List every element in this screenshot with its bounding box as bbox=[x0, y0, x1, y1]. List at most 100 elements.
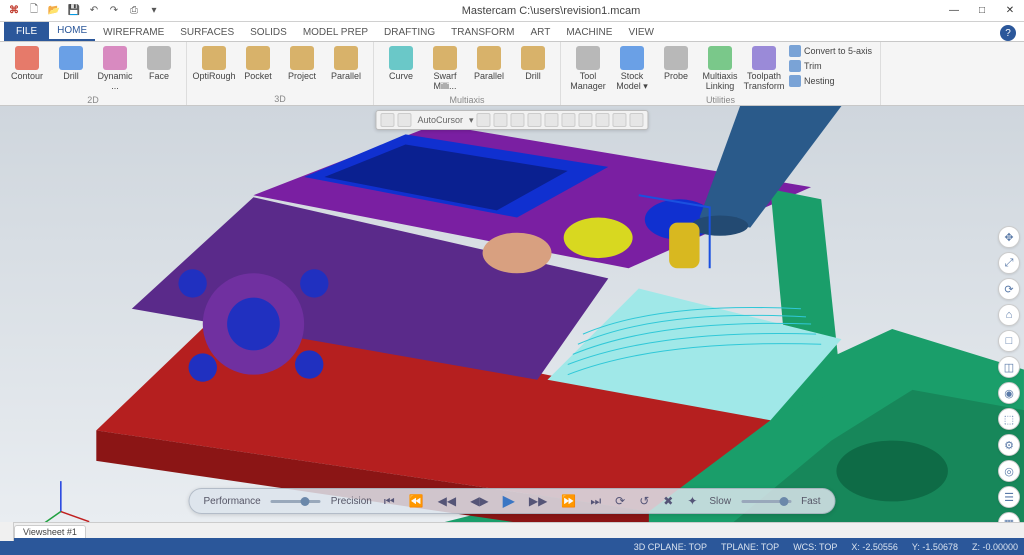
ac-dropdown[interactable]: ▾ bbox=[469, 115, 474, 126]
swarf-button[interactable]: Swarf Milli... bbox=[424, 44, 466, 94]
multiaxis-link-button[interactable]: Multiaxis Linking bbox=[699, 44, 741, 94]
qat-open[interactable]: 📂 bbox=[46, 3, 62, 19]
qat-redo[interactable]: ↷ bbox=[106, 3, 122, 19]
util-convert-to-5-axis[interactable]: Convert to 5-axis bbox=[787, 44, 874, 58]
ac-lock-icon[interactable] bbox=[380, 113, 394, 127]
qat-print[interactable]: ⎙ bbox=[126, 3, 142, 19]
ac-btn-7[interactable] bbox=[579, 113, 593, 127]
performance-slider[interactable] bbox=[271, 500, 321, 503]
tab-solids[interactable]: SOLIDS bbox=[242, 24, 295, 41]
tab-home[interactable]: HOME bbox=[49, 22, 95, 41]
group-label: Utilities bbox=[567, 94, 874, 105]
qat-dropdown[interactable]: ▾ bbox=[146, 3, 162, 19]
rtool-8[interactable]: ⚙ bbox=[998, 434, 1020, 456]
rtool-2[interactable]: ⟳ bbox=[998, 278, 1020, 300]
rtool-1[interactable]: ⤢ bbox=[998, 252, 1020, 274]
ac-btn-8[interactable] bbox=[596, 113, 610, 127]
quick-access-toolbar: ⌘ 🗋 📂 💾 ↶ ↷ ⎙ ▾ bbox=[0, 3, 162, 19]
swarf-label: Swarf Milli... bbox=[426, 72, 464, 92]
play-first[interactable]: ⏮ bbox=[382, 494, 397, 509]
optirough-button[interactable]: OptiRough bbox=[193, 44, 235, 84]
autocursor-toolbar[interactable]: AutoCursor ▾ bbox=[375, 110, 648, 130]
rtool-5[interactable]: ◫ bbox=[998, 356, 1020, 378]
model-render bbox=[0, 106, 1024, 522]
status-z: Z: -0.00000 bbox=[972, 542, 1018, 552]
group-label: 3D bbox=[193, 93, 367, 104]
rtool-4[interactable]: □ bbox=[998, 330, 1020, 352]
tab-wireframe[interactable]: WIREFRAME bbox=[95, 24, 172, 41]
contour-icon bbox=[15, 46, 39, 70]
rtool-3[interactable]: ⌂ bbox=[998, 304, 1020, 326]
tab-machine[interactable]: MACHINE bbox=[558, 24, 620, 41]
status-wcs[interactable]: WCS: TOP bbox=[793, 542, 837, 552]
rtool-7[interactable]: ⬚ bbox=[998, 408, 1020, 430]
play-forward[interactable]: ⏩ bbox=[559, 494, 578, 508]
tab-art[interactable]: ART bbox=[522, 24, 558, 41]
contour-button[interactable]: Contour bbox=[6, 44, 48, 84]
pocket-label: Pocket bbox=[244, 72, 272, 82]
drill-button[interactable]: Drill bbox=[50, 44, 92, 84]
status-tplane[interactable]: TPLANE: TOP bbox=[721, 542, 779, 552]
help-button[interactable]: ? bbox=[1000, 25, 1016, 41]
play-extra[interactable]: ✦ bbox=[685, 494, 699, 508]
curve-button[interactable]: Curve bbox=[380, 44, 422, 84]
ac-btn-5[interactable] bbox=[545, 113, 559, 127]
app-icon[interactable]: ⌘ bbox=[6, 3, 22, 19]
qat-undo[interactable]: ↶ bbox=[86, 3, 102, 19]
pocket-button[interactable]: Pocket bbox=[237, 44, 279, 84]
util-nesting[interactable]: Nesting bbox=[787, 74, 874, 88]
window-title: Mastercam C:\users\revision1.mcam bbox=[162, 5, 940, 17]
tool-manager-button[interactable]: Tool Manager bbox=[567, 44, 609, 94]
stock-model-button[interactable]: Stock Model ▾ bbox=[611, 44, 653, 94]
ac-btn-2[interactable] bbox=[494, 113, 508, 127]
viewsheet-tab[interactable]: Viewsheet #1 bbox=[14, 525, 86, 538]
probe-button[interactable]: Probe bbox=[655, 44, 697, 84]
ac-btn-9[interactable] bbox=[613, 113, 627, 127]
play-loop[interactable]: ⟳ bbox=[613, 494, 627, 508]
drill-m-button[interactable]: Drill bbox=[512, 44, 554, 84]
stock-model-label: Stock Model ▾ bbox=[613, 72, 651, 92]
rtool-9[interactable]: ◎ bbox=[998, 460, 1020, 482]
close-button[interactable]: ✕ bbox=[996, 0, 1024, 22]
speed-slider[interactable] bbox=[741, 500, 791, 503]
ac-btn-3[interactable] bbox=[511, 113, 525, 127]
viewport-3d[interactable]: AutoCursor ▾ ✥⤢⟳⌂□◫◉⬚⚙◎☰▦? Performance P… bbox=[0, 106, 1024, 522]
tab-surfaces[interactable]: SURFACES bbox=[172, 24, 242, 41]
rtool-11[interactable]: ▦ bbox=[998, 512, 1020, 522]
minimize-button[interactable]: — bbox=[940, 0, 968, 22]
parallel-button[interactable]: Parallel bbox=[325, 44, 367, 84]
qat-save[interactable]: 💾 bbox=[66, 3, 82, 19]
play-rewind[interactable]: ⏪ bbox=[407, 494, 426, 508]
rtool-0[interactable]: ✥ bbox=[998, 226, 1020, 248]
dynamic-button[interactable]: Dynamic ... bbox=[94, 44, 136, 94]
play-stepfwd[interactable]: ▶▶ bbox=[527, 494, 549, 508]
rtool-6[interactable]: ◉ bbox=[998, 382, 1020, 404]
rtool-10[interactable]: ☰ bbox=[998, 486, 1020, 508]
status-cplane[interactable]: 3D CPLANE: TOP bbox=[634, 542, 707, 552]
play-toggle[interactable]: ◀▶ bbox=[468, 494, 490, 508]
face-button[interactable]: Face bbox=[138, 44, 180, 84]
title-bar: ⌘ 🗋 📂 💾 ↶ ↷ ⎙ ▾ Mastercam C:\users\revis… bbox=[0, 0, 1024, 22]
tab-file[interactable]: FILE bbox=[4, 22, 49, 41]
ac-btn-6[interactable] bbox=[562, 113, 576, 127]
ac-btn-10[interactable] bbox=[630, 113, 644, 127]
tab-model-prep[interactable]: MODEL PREP bbox=[295, 24, 376, 41]
playback-bar[interactable]: Performance Precision ⏮ ⏪ ◀◀ ◀▶ ▶ ▶▶ ⏩ ⏭… bbox=[188, 488, 835, 514]
play-reset[interactable]: ↺ bbox=[637, 494, 651, 508]
maximize-button[interactable]: □ bbox=[968, 0, 996, 22]
toolpath-transform-button[interactable]: Toolpath Transform bbox=[743, 44, 785, 94]
parallel-m-button[interactable]: Parallel bbox=[468, 44, 510, 84]
tab-transform[interactable]: TRANSFORM bbox=[443, 24, 522, 41]
qat-new[interactable]: 🗋 bbox=[26, 3, 42, 19]
play-stop[interactable]: ✖ bbox=[661, 494, 675, 508]
play-last[interactable]: ⏭ bbox=[588, 494, 603, 509]
ac-btn-4[interactable] bbox=[528, 113, 542, 127]
ac-btn-1[interactable] bbox=[477, 113, 491, 127]
play-button[interactable]: ▶ bbox=[501, 491, 517, 511]
project-button[interactable]: Project bbox=[281, 44, 323, 84]
tab-drafting[interactable]: DRAFTING bbox=[376, 24, 443, 41]
tab-view[interactable]: VIEW bbox=[620, 24, 662, 41]
play-stepback[interactable]: ◀◀ bbox=[436, 494, 458, 508]
ac-cursor-icon[interactable] bbox=[397, 113, 411, 127]
util-trim[interactable]: Trim bbox=[787, 59, 874, 73]
